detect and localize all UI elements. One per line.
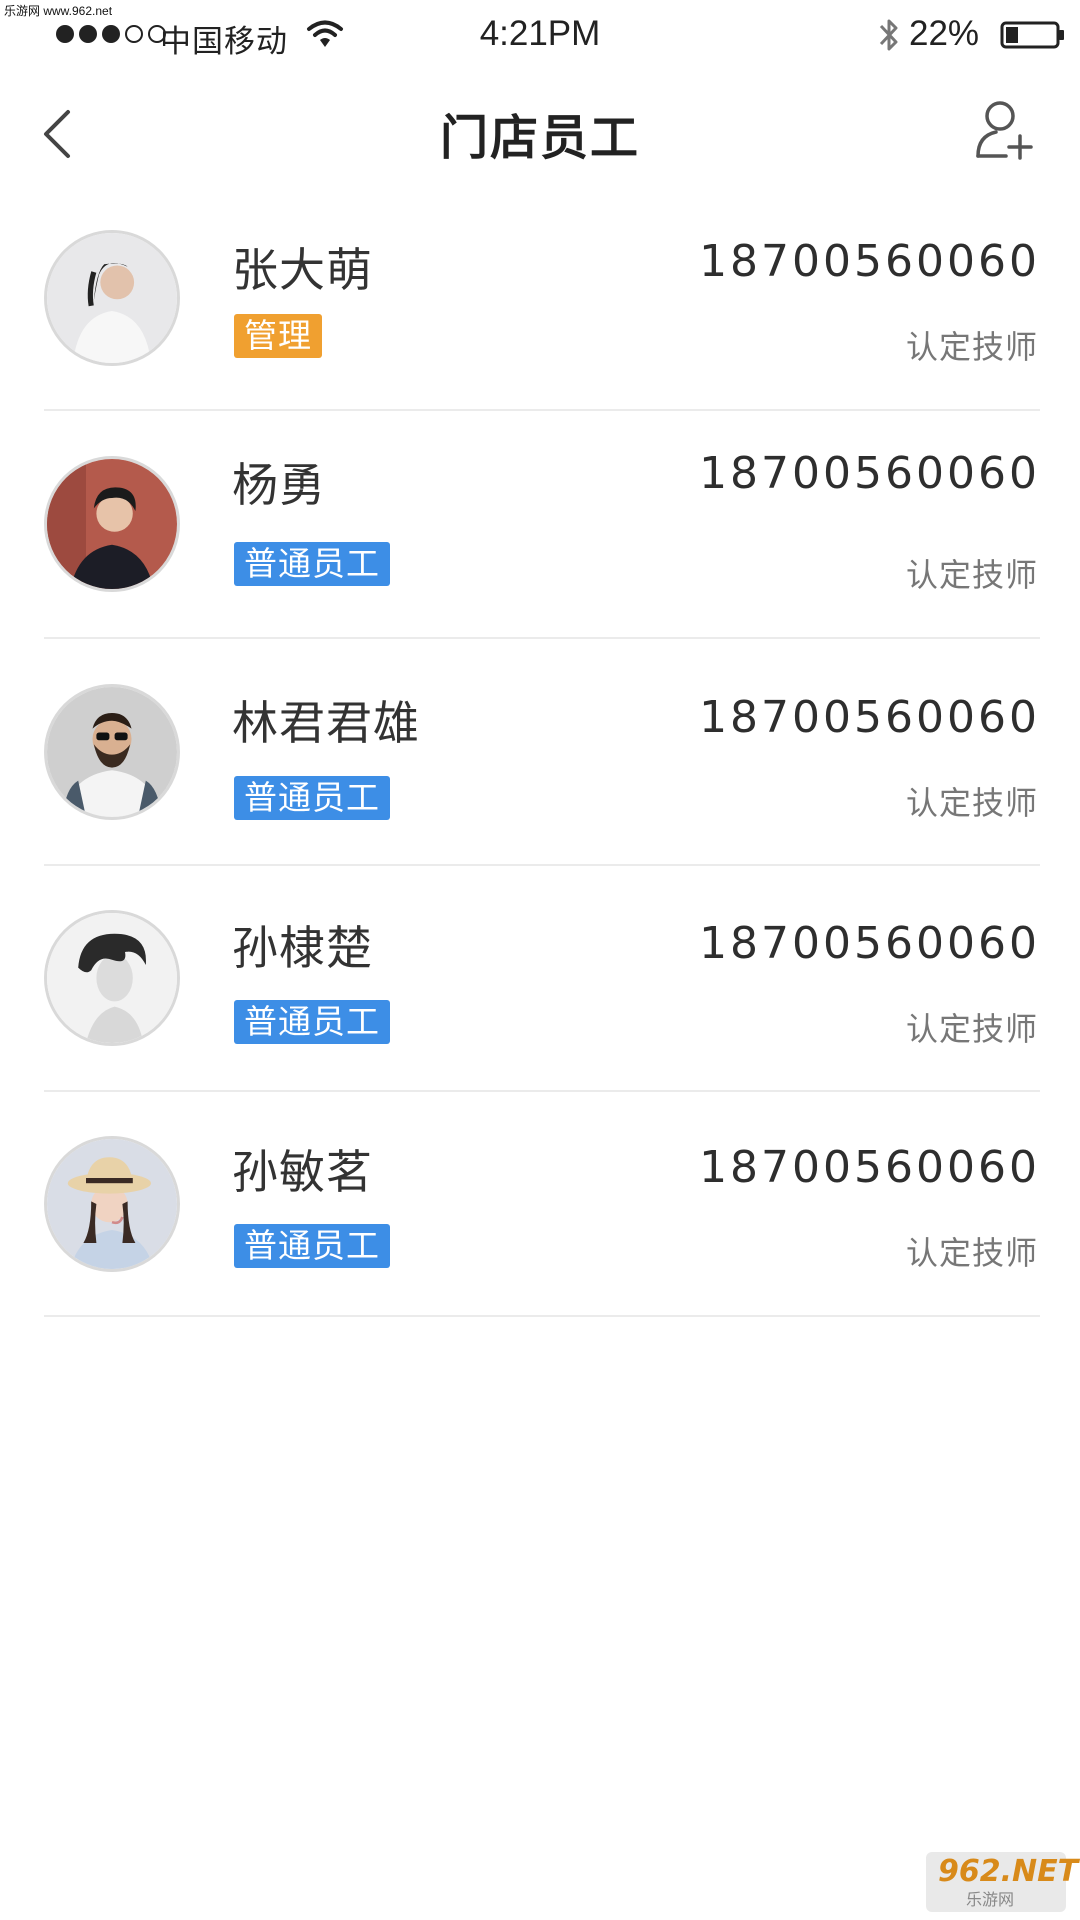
employee-name: 林君君雄 bbox=[232, 696, 420, 750]
row-divider bbox=[44, 1090, 1040, 1092]
employee-avatar bbox=[44, 456, 180, 592]
row-divider bbox=[44, 637, 1040, 639]
employee-avatar bbox=[44, 230, 180, 366]
watermark-logo-subtext: 乐游网 bbox=[966, 1890, 1015, 1909]
certification-label: 认定技师 bbox=[905, 784, 1038, 822]
role-badge: 普通员工 bbox=[234, 1224, 390, 1268]
employee-avatar bbox=[44, 910, 180, 1046]
employee-avatar bbox=[44, 1136, 180, 1272]
row-divider bbox=[44, 864, 1040, 866]
employee-name: 张大萌 bbox=[232, 243, 373, 297]
employee-phone: 18700560060 bbox=[699, 236, 1040, 287]
role-badge: 普通员工 bbox=[234, 776, 390, 820]
employee-name: 孙棣楚 bbox=[232, 921, 373, 975]
certification-label: 认定技师 bbox=[905, 1010, 1038, 1048]
role-badge: 普通员工 bbox=[234, 1000, 390, 1044]
certification-label: 认定技师 bbox=[905, 556, 1038, 594]
watermark-logo: 962.NET 乐游网 bbox=[926, 1852, 1078, 1912]
employee-phone: 18700560060 bbox=[699, 918, 1040, 969]
employee-name: 杨勇 bbox=[232, 458, 326, 512]
employee-row[interactable]: 孙敏茗 普通员工 18700560060 认定技师 bbox=[0, 0, 1080, 1272]
employee-avatar bbox=[44, 684, 180, 820]
role-badge: 普通员工 bbox=[234, 542, 390, 586]
certification-label: 认定技师 bbox=[905, 328, 1038, 366]
role-badge: 管理 bbox=[234, 314, 322, 358]
row-divider bbox=[44, 1315, 1040, 1317]
certification-label: 认定技师 bbox=[905, 1234, 1038, 1272]
employee-phone: 18700560060 bbox=[699, 692, 1040, 743]
row-divider bbox=[44, 409, 1040, 411]
employee-phone: 18700560060 bbox=[699, 1142, 1040, 1193]
employee-name: 孙敏茗 bbox=[232, 1145, 373, 1199]
watermark-logo-text: 962.NET bbox=[938, 1854, 1079, 1889]
employee-phone: 18700560060 bbox=[699, 448, 1040, 499]
